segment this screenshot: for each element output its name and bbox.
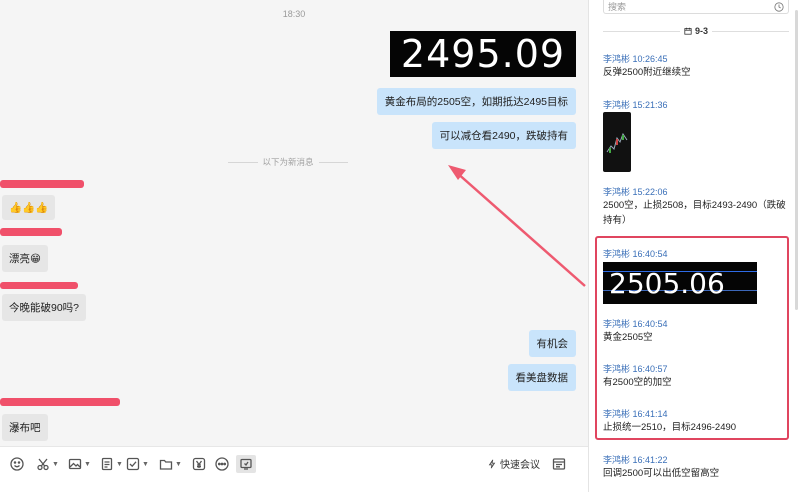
history-sender-time: 李鸿彬 16:40:57 [603,364,668,374]
input-toolbar: ▼ ▼ ▼ ▼ ▼ 快速会议 [0,446,588,492]
image-icon[interactable]: ▼ [68,456,91,472]
chart-thumbnail-image[interactable] [603,112,631,172]
annotation-arrow [448,165,586,287]
price-screenshot-image[interactable]: 2505.06 [603,262,757,304]
my-message[interactable]: 有机会 [528,330,576,357]
redacted-sender-name [0,282,78,289]
folder-icon[interactable]: ▼ [159,456,182,472]
history-panel: 搜索 9-3 李鸿彬 10:26:45 反弹2500附近继续空 李鸿彬 15:2… [588,0,800,492]
history-message[interactable]: 有2500空的加空 [603,375,789,390]
date-label: 9-3 [695,26,709,36]
history-sender-time: 李鸿彬 16:40:54 [603,249,668,259]
document-icon[interactable]: ▼ [100,456,123,472]
checkbox-icon[interactable]: ▼ [126,456,149,472]
other-message[interactable]: 👍👍👍 [2,195,56,220]
search-placeholder: 搜索 [608,2,627,12]
history-sender-time: 李鸿彬 10:26:45 [603,54,668,64]
other-message[interactable]: 瀑布吧 [2,414,48,441]
other-message[interactable]: 漂亮😁 [2,245,48,272]
other-message[interactable]: 今晚能破90吗? [2,294,87,321]
more-icon[interactable] [215,456,229,472]
history-scrollbar[interactable] [795,10,798,310]
quick-meeting-button[interactable]: 快速会议 [487,456,540,471]
history-search-input[interactable]: 搜索 [603,0,789,14]
price-screenshot-value: 2505.06 [609,266,725,300]
history-sender-time: 李鸿彬 16:40:54 [603,319,668,329]
history-sender-time: 李鸿彬 15:21:36 [603,100,668,110]
history-sender-time: 李鸿彬 16:41:22 [603,455,668,465]
history-message[interactable]: 回调2500可以出低空留高空 [603,466,789,481]
yen-icon[interactable] [192,456,206,472]
chat-history-icon[interactable] [552,456,566,472]
history-sender-time: 李鸿彬 15:22:06 [603,187,668,197]
chat-panel: 18:30 2495.09 黄金布局的2505空，如期抵达2495目标 可以减仓… [0,0,588,492]
emoji-icon[interactable] [10,456,24,472]
lightning-icon [488,459,496,468]
history-message[interactable]: 2500空，止损2508，目标2493-2490（跌破持有） [603,198,789,228]
scissors-icon[interactable]: ▼ [36,456,59,472]
screen-share-icon[interactable] [236,455,256,473]
clock-icon[interactable] [774,1,784,12]
redacted-sender-name [0,398,120,406]
redacted-sender-name [0,228,62,236]
my-message[interactable]: 看美盘数据 [507,364,576,391]
history-sender-time: 李鸿彬 16:41:14 [603,409,668,419]
redacted-sender-name [0,180,84,188]
history-message[interactable]: 止损统一2510，目标2496-2490 [603,420,789,435]
history-message[interactable]: 反弹2500附近继续空 [603,65,789,80]
history-message[interactable]: 黄金2505空 [603,330,789,345]
date-separator: 9-3 [603,26,790,36]
calendar-icon [684,27,692,35]
